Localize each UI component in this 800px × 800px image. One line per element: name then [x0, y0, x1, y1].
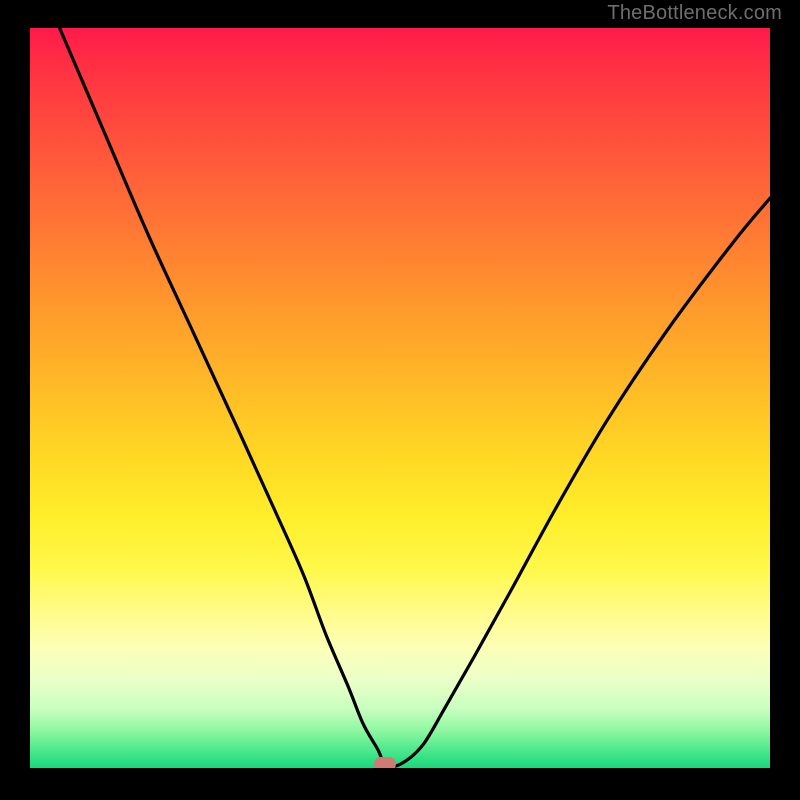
- watermark-text: TheBottleneck.com: [607, 2, 782, 25]
- chart-container: TheBottleneck.com: [0, 0, 800, 800]
- curve-svg: [30, 28, 770, 768]
- optimum-marker: [374, 757, 396, 768]
- plot-area: [30, 28, 770, 768]
- bottleneck-curve-path: [60, 28, 770, 766]
